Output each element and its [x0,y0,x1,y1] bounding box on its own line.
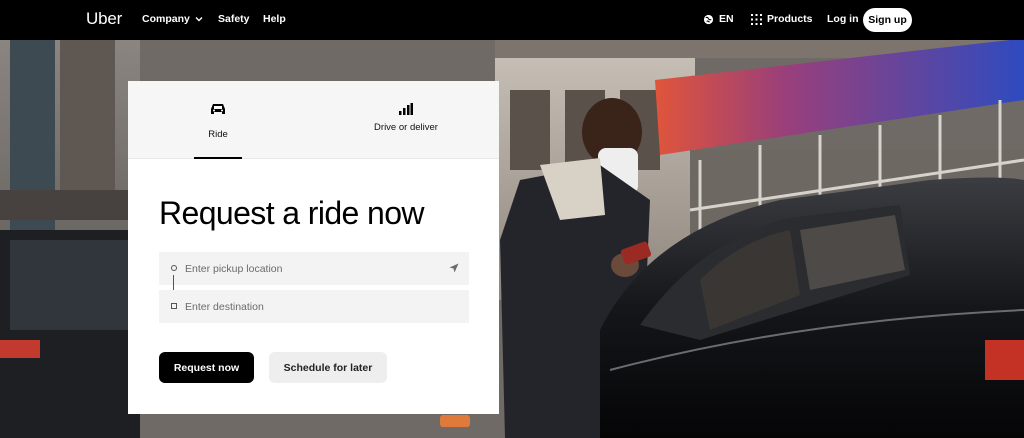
selected-tab-indicator [194,157,242,159]
nav-company-menu[interactable]: Company [142,13,203,25]
login-link[interactable]: Log in [827,13,859,25]
language-label: EN [719,13,734,25]
nav-safety-link[interactable]: Safety [218,13,250,25]
pickup-field[interactable] [159,252,469,285]
tab-drive-or-deliver[interactable]: Drive or deliver [373,81,439,159]
grid-icon [751,13,762,25]
page-title: Request a ride now [159,195,425,231]
nav-products-label: Products [767,13,813,25]
mode-tabs: Ride Drive or deliver [128,81,499,159]
tab-drive-label: Drive or deliver [374,122,438,133]
nav-products-menu[interactable]: Products [751,13,813,25]
uber-logo[interactable]: Uber [86,9,122,29]
bars-icon [399,103,413,115]
ride-request-card: Ride Drive or deliver Request a ride now [128,81,499,414]
pickup-input[interactable] [185,262,435,275]
destination-square-icon [171,303,177,309]
destination-input[interactable] [185,300,435,313]
request-now-button[interactable]: Request now [159,352,254,383]
chevron-down-icon [195,17,203,22]
globe-icon [703,14,714,24]
tab-ride-label: Ride [208,129,228,140]
nav-help-link[interactable]: Help [263,13,286,25]
car-icon [211,104,225,114]
schedule-for-later-button[interactable]: Schedule for later [269,352,387,383]
language-selector[interactable]: EN [703,13,734,25]
location-arrow-icon[interactable] [449,263,459,273]
signup-button[interactable]: Sign up [863,8,912,32]
tab-ride[interactable]: Ride [194,81,242,159]
nav-company-label: Company [142,13,190,25]
destination-field[interactable] [159,290,469,323]
pickup-dot-icon [171,265,177,271]
top-navigation: Uber Company Safety Help EN Products Log… [0,0,1024,40]
